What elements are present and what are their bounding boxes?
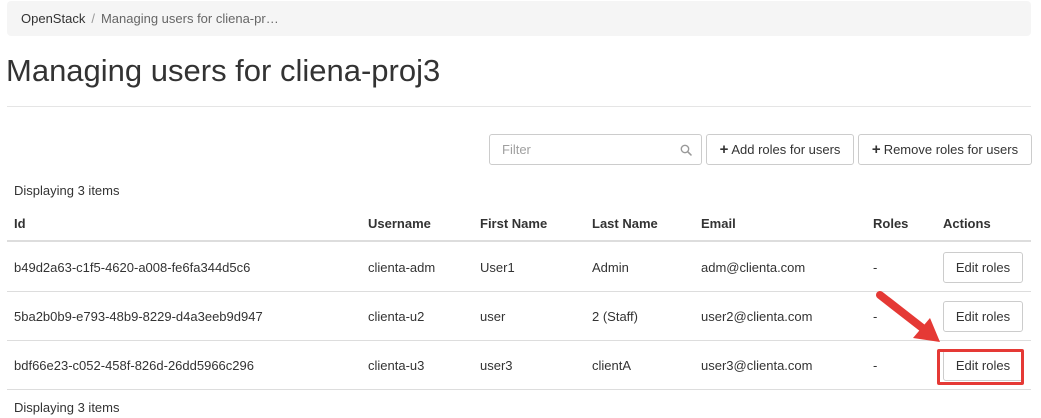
column-header-actions: Actions [943,216,991,231]
item-count-bottom: Displaying 3 items [14,400,120,415]
first-name-cell: User1 [480,260,515,275]
edit-roles-button[interactable]: Edit roles [943,301,1023,332]
column-header-username[interactable]: Username [368,216,431,231]
email-cell: user2@clienta.com [701,309,813,324]
filter-field[interactable] [489,134,702,165]
annotation-arrow-icon [876,291,940,342]
item-count-top: Displaying 3 items [14,183,120,198]
plus-icon: + [719,141,729,158]
user-id-cell: bdf66e23-c052-458f-826d-26dd5966c296 [14,358,254,373]
column-header-id[interactable]: Id [14,216,26,231]
add-roles-button[interactable]: + Add roles for users [706,134,854,165]
first-name-cell: user3 [480,358,513,373]
annotation-highlight-box [937,349,1024,385]
add-roles-label: Add roles for users [731,142,841,157]
title-divider [7,106,1031,107]
search-icon[interactable] [680,143,692,157]
last-name-cell: clientA [592,358,632,373]
username-cell: clienta-u2 [368,309,425,324]
edit-roles-button[interactable]: Edit roles [943,252,1023,283]
last-name-cell: 2 (Staff) [592,309,639,324]
user-id-cell: 5ba2b0b9-e793-48b9-8229-d4a3eeb9d947 [14,309,263,324]
username-cell: clienta-adm [368,260,436,275]
user-id-cell: b49d2a63-c1f5-4620-a008-fe6fa344d5c6 [14,260,251,275]
table-header-divider [7,240,1031,242]
filter-input[interactable] [500,135,680,164]
email-cell: user3@clienta.com [701,358,813,373]
roles-cell: - [873,260,878,275]
column-header-first-name[interactable]: First Name [480,216,547,231]
last-name-cell: Admin [592,260,629,275]
plus-icon: + [871,141,881,158]
column-header-last-name[interactable]: Last Name [592,216,658,231]
column-header-roles: Roles [873,216,909,231]
page-title: Managing users for cliena-proj3 [6,53,441,88]
breadcrumb-current: Managing users for cliena-pr… [100,11,279,26]
breadcrumb: OpenStack / Managing users for cliena-pr… [7,1,1031,36]
remove-roles-label: Remove roles for users [883,142,1019,157]
email-cell: adm@clienta.com [701,260,806,275]
breadcrumb-openstack-link[interactable]: OpenStack [21,11,85,26]
first-name-cell: user [480,309,506,324]
roles-cell: - [873,358,878,373]
breadcrumb-separator: / [91,11,95,26]
remove-roles-button[interactable]: + Remove roles for users [858,134,1032,165]
username-cell: clienta-u3 [368,358,425,373]
column-header-email[interactable]: Email [701,216,736,231]
